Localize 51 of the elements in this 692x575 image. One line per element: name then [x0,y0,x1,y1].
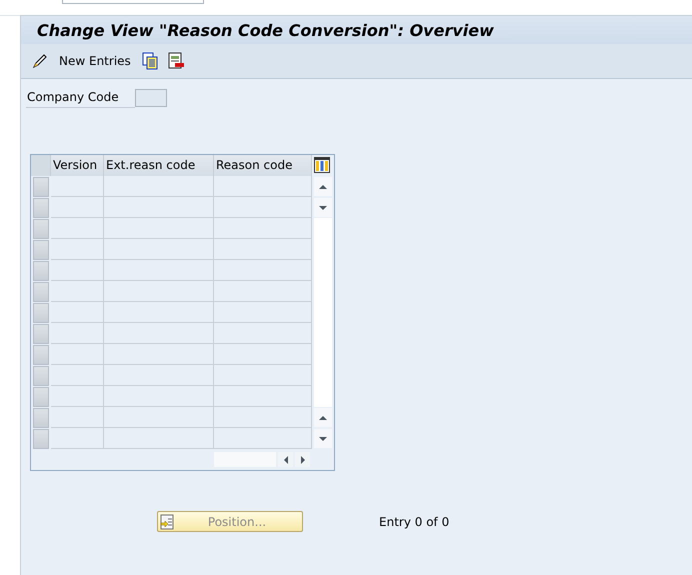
delete-list-icon[interactable] [166,52,185,70]
scroll-down-button[interactable] [314,429,332,448]
row-selector[interactable] [33,429,49,449]
left-arrow-icon [284,456,288,464]
scroll-up-button[interactable] [314,408,332,427]
row-selector[interactable] [33,198,49,218]
down-arrow-icon [319,206,327,210]
row-selector[interactable] [33,345,49,365]
scroll-down-button[interactable] [314,198,332,217]
table-cell [51,428,104,449]
row-selector[interactable] [33,240,49,260]
scroll-left-button[interactable] [278,452,293,467]
up-arrow-icon [319,416,327,420]
copy-icon[interactable] [140,52,159,70]
select-all-cell[interactable] [31,155,51,176]
down-arrow-icon [319,436,327,440]
row-selector[interactable] [33,282,49,302]
scroll-right-button[interactable] [295,452,310,467]
row-selector[interactable] [33,219,49,239]
right-arrow-icon [300,456,304,464]
table-cell [51,281,104,302]
row-selector[interactable] [33,408,49,428]
row-selector[interactable] [33,261,49,281]
table-cell [51,365,104,386]
position-icon [160,514,174,530]
entry-count: Entry 0 of 0 [379,514,450,528]
table-cell [51,260,104,281]
new-entries-button[interactable]: New Entries [57,52,133,70]
column-header[interactable]: Ext.reasn code [104,155,214,176]
up-arrow-icon [319,184,327,188]
screen-title: Change View "Reason Code Conversion": Overview [37,20,494,40]
column-settings-icon[interactable] [314,157,330,173]
table-cell [51,239,104,260]
column-header[interactable]: Reason code [214,155,312,176]
row-selector[interactable] [33,177,49,197]
row-selector[interactable] [33,324,49,344]
column-header[interactable]: Version [51,155,104,176]
table-cell [51,407,104,428]
table-cell [51,176,104,197]
table-cell [51,302,104,323]
table-cell [51,323,104,344]
row-selector[interactable] [33,366,49,386]
table-cell [51,344,104,365]
company-code-field[interactable] [135,89,167,107]
row-selector[interactable] [33,303,49,323]
row-selector[interactable] [33,387,49,407]
table-cell [51,197,104,218]
scroll-up-button[interactable] [314,177,332,196]
table-cell [51,386,104,407]
pencil-icon[interactable] [31,52,49,70]
table-cell [51,218,104,239]
